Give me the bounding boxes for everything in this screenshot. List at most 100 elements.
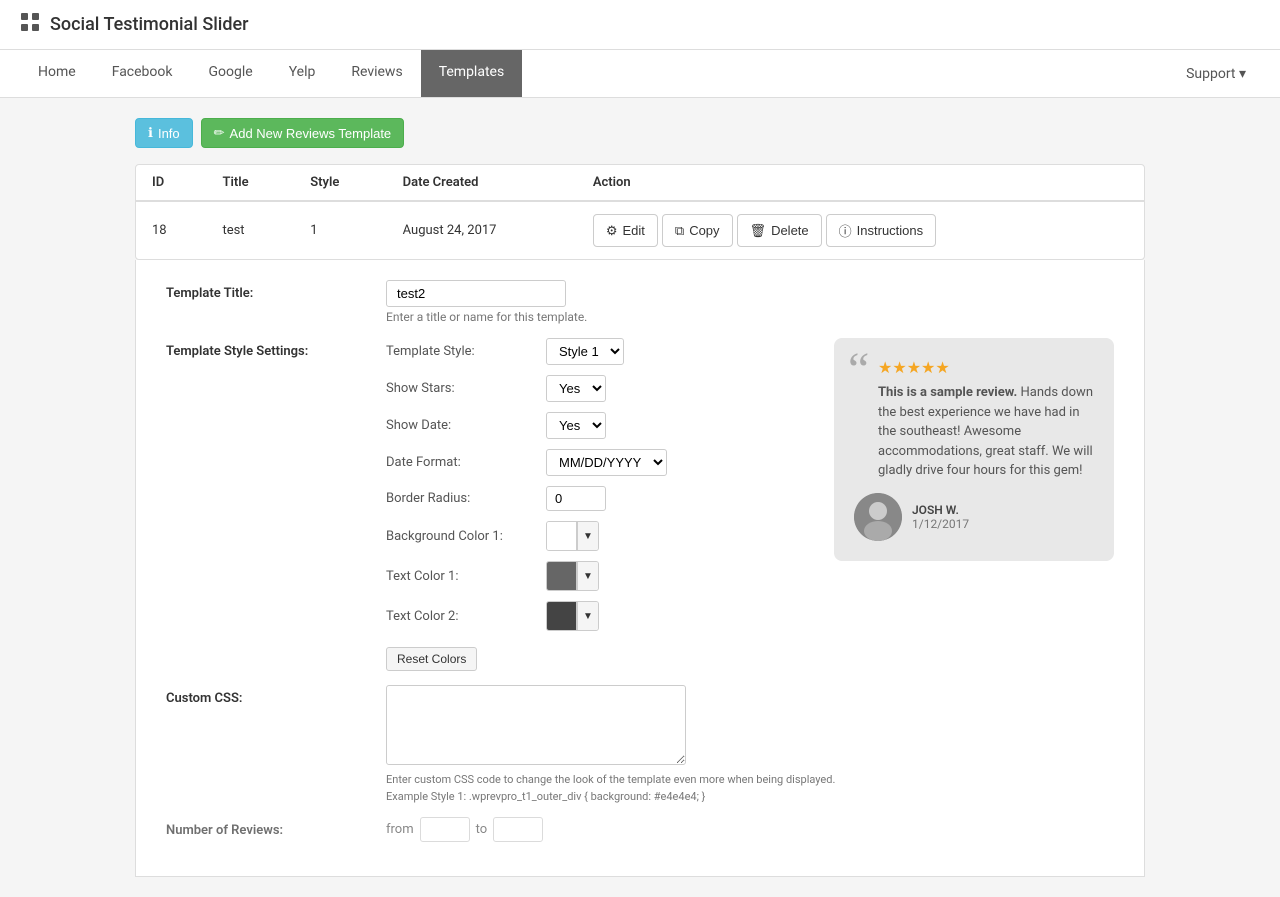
template-title-hint: Enter a title or name for this template. (386, 310, 1114, 324)
template-title-input[interactable] (386, 280, 566, 307)
show-date-label: Show Date: (386, 418, 546, 433)
show-stars-row: Show Stars: Yes (386, 375, 814, 402)
review-text: This is a sample review. Hands down the … (878, 383, 1094, 481)
grid-icon (20, 12, 40, 37)
col-id: ID (136, 165, 206, 201)
custom-css-row: Custom CSS: Enter custom CSS code to cha… (166, 685, 1114, 803)
author-name: JOSH W. (912, 503, 969, 517)
text-color1-arrow[interactable]: ▼ (577, 562, 598, 590)
border-radius-label: Border Radius: (386, 491, 546, 506)
template-style-control: Style 1 (546, 338, 624, 365)
edit-button[interactable]: ⚙ Edit (593, 214, 658, 247)
show-date-control: Yes (546, 412, 606, 439)
info-icon: ℹ (148, 125, 153, 141)
date-format-control: MM/DD/YYYY (546, 449, 667, 476)
nav-item-reviews[interactable]: Reviews (333, 50, 420, 97)
text-color1-swatch[interactable] (547, 562, 577, 590)
custom-css-label: Custom CSS: (166, 685, 386, 706)
text-color1-control: ▼ (546, 561, 599, 591)
add-template-button[interactable]: ✏ Add New Reviews Template (201, 118, 405, 148)
review-body: ★★★★★ This is a sample review. Hands dow… (854, 358, 1094, 481)
bg-color-input-wrap: ▼ (546, 521, 599, 551)
settings-grid: Template Style: Style 1 Show Stars: (386, 338, 1114, 671)
action-row: ℹ Info ✏ Add New Reviews Template (135, 118, 1145, 148)
bg-color-swatch[interactable] (547, 522, 577, 550)
delete-button[interactable]: 🗑 Delete (737, 214, 822, 247)
col-action: Action (577, 165, 1144, 201)
action-buttons: ⚙ Edit ⧉ Copy 🗑 Delete (593, 214, 1128, 247)
number-to-input[interactable] (493, 817, 543, 842)
number-of-reviews-row: Number of Reviews: from to (166, 817, 1114, 842)
custom-css-hint: Enter custom CSS code to change the look… (386, 773, 1114, 786)
support-button[interactable]: Support ▾ (1172, 58, 1260, 90)
template-title-label: Template Title: (166, 280, 386, 301)
review-preview-card: ★★★★★ This is a sample review. Hands dow… (834, 338, 1114, 561)
templates-table: ID Title Style Date Created Action 18 te… (135, 164, 1145, 260)
preview-panel: ★★★★★ This is a sample review. Hands dow… (834, 338, 1114, 671)
custom-css-textarea[interactable] (386, 685, 686, 765)
template-style-select[interactable]: Style 1 (546, 338, 624, 365)
nav-item-facebook[interactable]: Facebook (94, 50, 191, 97)
copy-icon: ⧉ (675, 223, 684, 239)
instructions-button[interactable]: ⓘ Instructions (826, 214, 937, 247)
form-section: Template Title: Enter a title or name fo… (135, 260, 1145, 877)
custom-css-example: Example Style 1: .wprevpro_t1_outer_div … (386, 790, 1114, 803)
nav-item-google[interactable]: Google (191, 50, 271, 97)
number-from-label: from (386, 822, 414, 837)
row-style: 1 (294, 201, 386, 259)
text-color2-swatch[interactable] (547, 602, 577, 630)
row-actions: ⚙ Edit ⧉ Copy 🗑 Delete (577, 201, 1144, 259)
bg-color-label: Background Color 1: (386, 529, 546, 544)
date-format-select[interactable]: MM/DD/YYYY (546, 449, 667, 476)
show-stars-label: Show Stars: (386, 381, 546, 396)
custom-css-content: Enter custom CSS code to change the look… (386, 685, 1114, 803)
style-settings-row: Template Style Settings: Template Style:… (166, 338, 1114, 671)
main-content: ℹ Info ✏ Add New Reviews Template ID Tit… (115, 98, 1165, 897)
col-style: Style (294, 165, 386, 201)
row-date: August 24, 2017 (387, 201, 577, 259)
number-of-reviews-label: Number of Reviews: (166, 817, 386, 838)
col-title: Title (206, 165, 294, 201)
text-color1-label: Text Color 1: (386, 569, 546, 584)
show-stars-control: Yes (546, 375, 606, 402)
number-of-reviews-content: from to (386, 817, 1114, 842)
bg-color-control: ▼ (546, 521, 599, 551)
number-from-input[interactable] (420, 817, 470, 842)
app-title: Social Testimonial Slider (50, 14, 249, 35)
show-stars-select[interactable]: Yes (546, 375, 606, 402)
author-avatar (854, 493, 902, 541)
text-color1-input-wrap: ▼ (546, 561, 599, 591)
text-color1-row: Text Color 1: ▼ (386, 561, 814, 591)
text-color2-arrow[interactable]: ▼ (577, 602, 598, 630)
style-settings-label: Template Style Settings: (166, 338, 386, 359)
nav-item-templates[interactable]: Templates (421, 50, 523, 97)
show-date-select[interactable]: Yes (546, 412, 606, 439)
show-date-row: Show Date: Yes (386, 412, 814, 439)
reset-colors-button[interactable]: Reset Colors (386, 647, 477, 671)
number-row: from to (386, 817, 1114, 842)
copy-button[interactable]: ⧉ Copy (662, 214, 733, 247)
top-bar: Social Testimonial Slider (0, 0, 1280, 50)
nav-item-yelp[interactable]: Yelp (271, 50, 334, 97)
author-info: JOSH W. 1/12/2017 (912, 503, 969, 531)
row-id: 18 (136, 201, 206, 259)
template-title-content: Enter a title or name for this template. (386, 280, 1114, 324)
border-radius-control (546, 486, 606, 511)
template-title-row: Template Title: Enter a title or name fo… (166, 280, 1114, 324)
bg-color-arrow[interactable]: ▼ (577, 522, 598, 550)
info-button[interactable]: ℹ Info (135, 118, 193, 148)
review-text-intro: This is a sample review. (878, 385, 1017, 400)
style-settings-content: Template Style: Style 1 Show Stars: (386, 338, 1114, 671)
border-radius-row: Border Radius: (386, 486, 814, 511)
nav-item-home[interactable]: Home (20, 50, 94, 97)
pencil-icon: ✏ (214, 125, 225, 141)
reset-colors-wrap: Reset Colors (386, 641, 814, 671)
review-stars: ★★★★★ (878, 358, 1094, 377)
text-color2-label: Text Color 2: (386, 609, 546, 624)
settings-left: Template Style: Style 1 Show Stars: (386, 338, 814, 671)
review-author: JOSH W. 1/12/2017 (854, 493, 1094, 541)
date-format-row: Date Format: MM/DD/YYYY (386, 449, 814, 476)
circle-icon: ⓘ (839, 221, 852, 240)
border-radius-input[interactable] (546, 486, 606, 511)
number-to-label: to (476, 822, 488, 837)
